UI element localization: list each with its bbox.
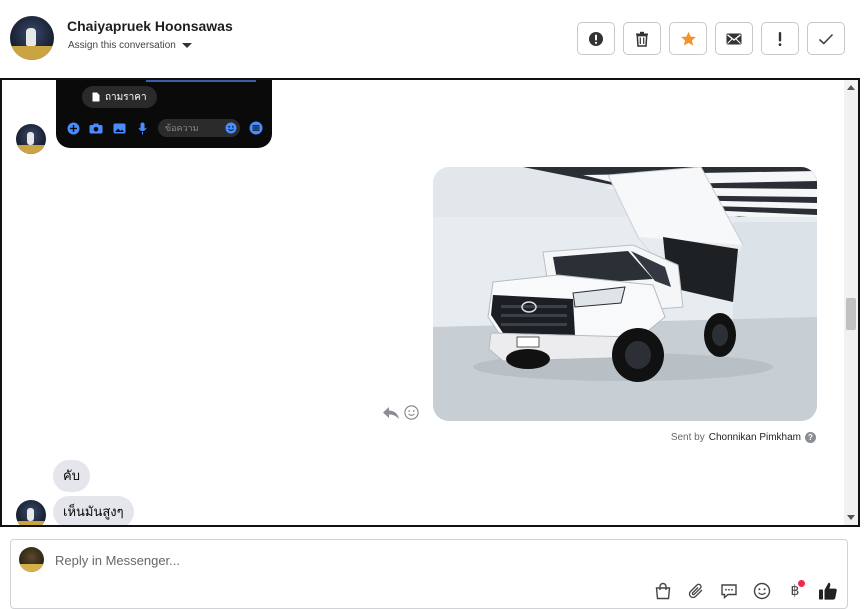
screenshot-chip-label: ถามราคา <box>105 91 147 103</box>
saved-replies-button[interactable] <box>718 580 740 602</box>
sender-avatar[interactable] <box>16 124 46 154</box>
notification-dot <box>798 580 805 587</box>
pickup-truck-image <box>433 167 817 421</box>
sent-by-name: Chonnikan Pimkham <box>708 432 801 443</box>
emoji-button[interactable] <box>751 580 773 602</box>
contact-avatar[interactable] <box>10 16 54 60</box>
shopping-bag-button[interactable] <box>652 580 674 602</box>
thumbs-up-icon <box>819 582 837 600</box>
image-icon <box>112 121 126 135</box>
document-icon <box>92 92 100 102</box>
follow-up-button[interactable] <box>761 22 799 55</box>
mark-unread-button[interactable] <box>715 22 753 55</box>
conversation-actions <box>577 22 845 55</box>
screenshot-toolbar: ข้อความ <box>66 119 263 137</box>
screenshot-image-message[interactable]: ถามราคา ข้อความ <box>56 80 272 148</box>
delete-button[interactable] <box>623 22 661 55</box>
attach-button[interactable] <box>685 580 707 602</box>
envelope-icon <box>726 33 742 44</box>
sent-by-note: Sent by Chonnikan Pimkham ? <box>671 432 816 443</box>
scroll-up-arrow-icon[interactable] <box>847 85 855 90</box>
scroll-thumb[interactable] <box>846 298 856 330</box>
reply-composer: ฿ <box>10 539 848 609</box>
caret-down-icon <box>181 43 192 48</box>
microphone-icon <box>135 121 149 135</box>
react-emoji-icon[interactable] <box>404 405 419 420</box>
message-tools <box>382 405 419 420</box>
exclamation-circle-icon <box>589 31 603 46</box>
menu-circle-icon <box>249 121 263 135</box>
scroll-down-arrow-icon[interactable] <box>847 515 855 520</box>
message-bubble[interactable]: คับ <box>53 460 90 492</box>
page-avatar <box>19 547 44 572</box>
assign-conversation-dropdown[interactable]: Assign this conversation <box>68 40 192 51</box>
sender-avatar[interactable] <box>16 500 46 525</box>
screenshot-chip: ถามราคา <box>82 86 157 108</box>
conversation-thread[interactable]: ถามราคา ข้อความ Sent by Chonnikan Pimkha… <box>0 78 860 527</box>
star-icon <box>680 31 696 46</box>
mark-done-button[interactable] <box>807 22 845 55</box>
emoji-icon <box>225 122 237 134</box>
contact-name[interactable]: Chaiyapruek Hoonsawas <box>67 18 233 34</box>
camera-icon <box>89 121 103 135</box>
trash-icon <box>636 31 648 47</box>
reply-icon[interactable] <box>382 406 400 420</box>
mark-spam-button[interactable] <box>577 22 615 55</box>
message-bubble[interactable]: เห็นมันสูงๆ <box>53 496 134 525</box>
screenshot-message-input: ข้อความ <box>158 119 240 137</box>
shopping-bag-icon <box>655 582 671 600</box>
thread-scrollbar[interactable] <box>844 80 858 525</box>
emoji-icon <box>753 582 771 600</box>
check-icon <box>818 33 834 45</box>
sent-by-prefix: Sent by <box>670 432 705 443</box>
exclamation-icon <box>778 31 782 46</box>
composer-tools: ฿ <box>652 580 839 602</box>
assign-label: Assign this conversation <box>68 40 176 51</box>
like-button[interactable] <box>817 580 839 602</box>
conversation-header: Chaiyapruek Hoonsawas Assign this conver… <box>0 0 864 78</box>
reply-input[interactable] <box>55 551 655 569</box>
plus-icon <box>66 121 80 135</box>
vehicle-photo-message[interactable] <box>433 167 817 421</box>
payment-button[interactable]: ฿ <box>784 580 806 602</box>
chat-bubble-icon <box>721 584 737 600</box>
paperclip-icon <box>688 583 703 599</box>
star-button[interactable] <box>669 22 707 55</box>
help-icon[interactable]: ? <box>805 432 816 443</box>
